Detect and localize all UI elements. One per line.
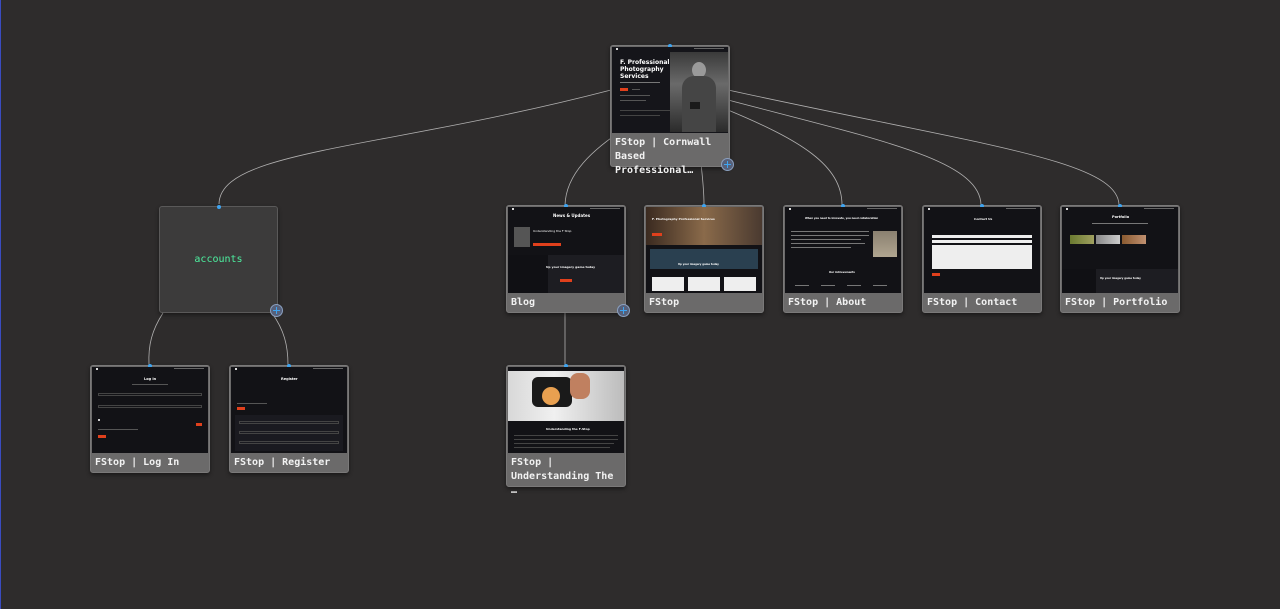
fstop-thumb-title: F. Photography Professional Services xyxy=(652,217,715,221)
page-thumbnail: News & Updates Understanding the F Stop … xyxy=(508,207,624,293)
page-thumbnail: F. Professional Photography Services xyxy=(612,47,728,133)
register-thumb-title: Register xyxy=(281,377,298,381)
page-thumbnail: Contact Us xyxy=(924,207,1040,293)
node-label: FStop | Contact xyxy=(927,297,1018,308)
page-node-article[interactable]: Understanding the F-Stop FStop | Underst… xyxy=(506,364,626,496)
article-hero-photo xyxy=(508,371,624,421)
node-label: FStop | Understanding The … xyxy=(511,457,614,496)
contact-thumb-title: Contact Us xyxy=(974,217,993,221)
portfolio-thumb-cta: Up your imagery game today xyxy=(1100,277,1141,280)
group-port[interactable] xyxy=(217,205,221,209)
page-thumbnail: Understanding the F-Stop xyxy=(508,367,624,453)
expand-toggle-icon[interactable] xyxy=(270,304,283,317)
group-label: accounts xyxy=(194,254,243,265)
fstop-thumb-cta: Up your imagery game today xyxy=(678,263,719,266)
page-thumbnail: Log In xyxy=(92,367,208,453)
blog-thumb-post: Understanding the F Stop xyxy=(533,229,572,233)
page-node-register[interactable]: Register FStop | Register xyxy=(229,364,349,473)
blog-thumb-cta: Up your imagery game today xyxy=(546,265,596,269)
page-thumbnail: Register xyxy=(231,367,347,453)
node-label: FStop | Log In xyxy=(95,457,180,468)
link-home-about xyxy=(727,109,843,206)
page-node-fstop[interactable]: F. Photography Professional Services Up … xyxy=(644,204,764,313)
page-thumbnail: When you need to innovate, you need coll… xyxy=(785,207,901,293)
link-home-portfolio xyxy=(727,89,1120,206)
node-label: FStop | Cornwall Based Professional… xyxy=(615,137,712,176)
about-thumb-sub: Our Achievements xyxy=(829,271,855,274)
about-thumb-title: When you need to innovate, you need coll… xyxy=(805,217,879,220)
blog-thumb-title: News & Updates xyxy=(553,213,591,218)
node-label: FStop xyxy=(649,297,680,308)
link-home-accounts xyxy=(218,89,612,205)
node-label: FStop | About xyxy=(788,297,867,308)
login-thumb-title: Log In xyxy=(144,377,157,381)
link-accounts-register xyxy=(271,312,289,366)
expand-toggle-icon[interactable] xyxy=(617,304,630,317)
page-node-portfolio[interactable]: Portfolio Up your imagery game today FSt… xyxy=(1060,204,1180,313)
flow-canvas[interactable]: F. Professional Photography Services FSt… xyxy=(0,0,1280,609)
page-node-login[interactable]: Log In FStop | Log In xyxy=(90,364,210,473)
page-node-home[interactable]: F. Professional Photography Services FSt… xyxy=(610,44,734,176)
article-thumb-title: Understanding the F-Stop xyxy=(546,427,590,431)
page-node-about[interactable]: When you need to innovate, you need coll… xyxy=(783,204,903,313)
node-label: FStop | Register xyxy=(234,457,331,468)
home-hero-title: F. Professional Photography Services xyxy=(620,59,670,80)
page-thumbnail: Portfolio Up your imagery game today xyxy=(1062,207,1178,293)
node-label: FStop | Portfolio xyxy=(1065,297,1168,308)
portfolio-thumb-title: Portfolio xyxy=(1112,215,1130,219)
link-home-contact xyxy=(727,99,982,206)
page-thumbnail: F. Photography Professional Services Up … xyxy=(646,207,762,293)
node-label: Blog xyxy=(511,297,536,308)
group-accounts[interactable]: accounts xyxy=(159,205,283,317)
expand-toggle-icon[interactable] xyxy=(721,158,734,171)
page-node-contact[interactable]: Contact Us FStop | Contact xyxy=(922,204,1042,313)
hero-photo xyxy=(670,52,728,132)
page-node-blog[interactable]: News & Updates Understanding the F Stop … xyxy=(506,204,630,317)
link-accounts-login xyxy=(148,312,164,366)
